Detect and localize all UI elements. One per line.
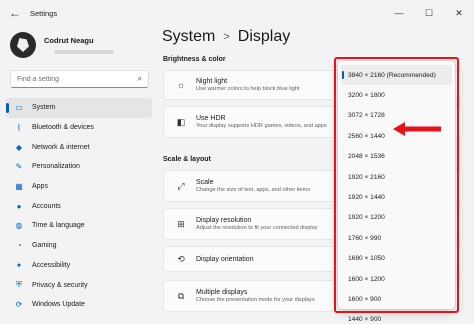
sidebar-item-network[interactable]: ◆ Network & internet xyxy=(6,137,152,157)
apps-icon: ▦ xyxy=(15,182,23,192)
user-profile[interactable]: Codrut Neagu xyxy=(10,32,114,58)
sidebar-item-label: Gaming xyxy=(32,242,57,250)
sidebar-item-label: Network & internet xyxy=(32,143,90,151)
sidebar-item-system[interactable]: ▭ System xyxy=(6,98,152,118)
sidebar-item-label: Accessibility xyxy=(32,261,71,269)
title-bar: ← Settings — ☐ ✕ xyxy=(0,0,474,26)
card-title: Multiple displays xyxy=(196,289,248,296)
minimize-icon: — xyxy=(394,8,404,18)
card-description: Choose the presentation mode for your di… xyxy=(196,297,315,303)
person-icon: ● xyxy=(16,201,22,211)
sidebar-item-label: Accounts xyxy=(32,202,61,210)
orientation-icon: ⟲ xyxy=(177,253,185,264)
sidebar-item-windows-update[interactable]: ⟳ Windows Update xyxy=(6,295,152,315)
sidebar-item-apps[interactable]: ▦ Apps xyxy=(6,177,152,197)
search-icon: ⌕ xyxy=(137,74,142,83)
shield-icon: ⛨ xyxy=(16,280,22,290)
window-controls: — ☐ ✕ xyxy=(384,0,474,26)
scale-icon: ⤢ xyxy=(177,180,185,191)
back-button[interactable]: ← xyxy=(4,2,26,24)
breadcrumb-parent[interactable]: System xyxy=(162,28,215,46)
monitor-icon: ▭ xyxy=(15,103,23,113)
maximize-icon: ☐ xyxy=(424,7,434,18)
app-title: Settings xyxy=(30,8,58,18)
card-description: Your display supports HDR games, videos,… xyxy=(196,123,327,129)
sidebar-item-label: Windows Update xyxy=(32,301,85,309)
sidebar-item-accessibility[interactable]: ✦ Accessibility xyxy=(6,256,152,276)
sidebar-item-label: Bluetooth & devices xyxy=(32,124,94,132)
accessibility-icon: ✦ xyxy=(15,260,23,270)
annotation-arrow-icon xyxy=(393,122,441,136)
section-brightness-color: Brightness & color xyxy=(163,56,226,63)
resolution-icon: ⊞ xyxy=(177,218,185,229)
avatar xyxy=(10,32,36,58)
globe-icon: ◍ xyxy=(15,221,23,231)
sidebar-item-personalization[interactable]: ✎ Personalization xyxy=(6,157,152,177)
sidebar-item-label: System xyxy=(32,104,56,112)
maximize-button[interactable]: ☐ xyxy=(414,0,444,26)
wifi-icon: ◆ xyxy=(15,142,23,152)
minimize-button[interactable]: — xyxy=(384,0,414,26)
bluetooth-icon: ᛒ xyxy=(16,123,22,133)
card-description: Adjust the resolution to fit your connec… xyxy=(196,225,318,231)
sidebar-item-label: Personalization xyxy=(32,163,80,171)
search-box[interactable]: Find a setting ⌕ xyxy=(10,70,149,88)
hdr-icon: ◧ xyxy=(176,116,186,127)
sidebar-item-bluetooth[interactable]: ᛒ Bluetooth & devices xyxy=(6,118,152,138)
card-title: Scale xyxy=(196,179,214,186)
sidebar-item-time-language[interactable]: ◍ Time & language xyxy=(6,216,152,236)
close-icon: ✕ xyxy=(455,7,463,18)
update-icon: ⟳ xyxy=(15,300,23,310)
brush-icon: ✎ xyxy=(15,162,23,172)
sidebar-nav: ▭ System ᛒ Bluetooth & devices ◆ Network… xyxy=(6,98,152,315)
close-button[interactable]: ✕ xyxy=(444,0,474,26)
card-title: Night light xyxy=(196,78,228,85)
sun-icon: ☼ xyxy=(176,80,186,90)
annotation-highlight-box xyxy=(334,57,459,313)
card-description: Change the size of text, apps, and other… xyxy=(196,187,311,193)
multiple-displays-icon: ⧉ xyxy=(177,290,185,301)
card-description: Use warmer colors to help block blue lig… xyxy=(196,86,300,92)
back-arrow-icon: ← xyxy=(9,6,21,20)
user-email-redacted xyxy=(54,50,114,54)
breadcrumb: System > Display xyxy=(162,28,290,46)
sidebar-item-privacy[interactable]: ⛨ Privacy & security xyxy=(6,275,152,295)
page-title: Display xyxy=(237,28,291,45)
sidebar-item-gaming[interactable]: ◔ Gaming xyxy=(6,236,152,256)
sidebar-item-label: Apps xyxy=(32,183,48,191)
section-scale-layout: Scale & layout xyxy=(163,156,211,163)
user-name: Codrut Neagu xyxy=(44,35,94,45)
card-title: Display orientation xyxy=(196,255,254,263)
search-input[interactable]: Find a setting xyxy=(17,76,138,83)
chevron-right-icon: > xyxy=(223,31,230,43)
card-title: Display resolution xyxy=(196,217,252,224)
sidebar-item-label: Time & language xyxy=(32,222,85,230)
card-title: Use HDR xyxy=(196,115,226,122)
sidebar-item-label: Privacy & security xyxy=(32,281,88,289)
gamepad-icon: ◔ xyxy=(16,241,22,251)
sidebar-item-accounts[interactable]: ● Accounts xyxy=(6,196,152,216)
